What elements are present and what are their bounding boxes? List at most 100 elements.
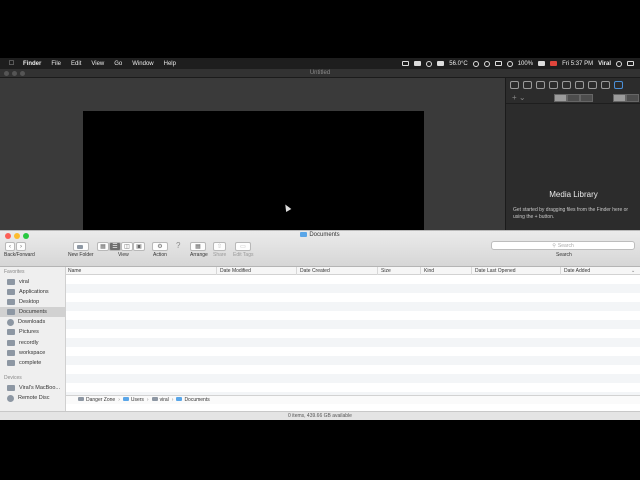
menu-window[interactable]: Window xyxy=(132,61,153,67)
menu-app-finder[interactable]: Finder xyxy=(23,61,41,67)
sidebar-item-label: complete xyxy=(19,360,42,366)
search-label: Search xyxy=(556,252,572,258)
video-canvas[interactable] xyxy=(83,111,424,230)
menu-go[interactable]: Go xyxy=(114,61,122,67)
path-item-volume[interactable]: Danger Zone xyxy=(78,397,115,403)
column-kind[interactable]: Kind xyxy=(424,268,434,274)
media-type-audio-icon[interactable] xyxy=(580,94,593,102)
apple-menu-icon[interactable]:  xyxy=(8,60,15,67)
grid-view-icon[interactable] xyxy=(613,94,626,102)
column-size[interactable]: Size xyxy=(381,268,391,274)
spotlight-icon[interactable] xyxy=(616,60,622,67)
menubar-clock[interactable]: Fri 5:37 PM xyxy=(562,61,593,67)
screen-tool-icon[interactable] xyxy=(549,81,558,89)
menubar-user[interactable]: Viral xyxy=(598,61,611,67)
list-view-button[interactable]: ☰ xyxy=(109,242,121,251)
add-media-icon[interactable]: + ⌄ xyxy=(512,93,526,102)
column-date-last-opened[interactable]: Date Last Opened xyxy=(475,268,516,274)
path-item-users[interactable]: Users xyxy=(122,397,144,403)
column-date-modified[interactable]: Date Modified xyxy=(220,268,251,274)
gallery-view-button[interactable]: ▣ xyxy=(133,242,145,251)
path-item-documents[interactable]: Documents xyxy=(176,397,210,403)
new-folder-button[interactable] xyxy=(73,242,89,251)
column-divider[interactable] xyxy=(377,267,378,275)
upload-icon[interactable] xyxy=(414,61,422,66)
column-divider[interactable] xyxy=(471,267,472,275)
applications-icon xyxy=(7,289,15,295)
editor-title: Untitled xyxy=(309,70,331,76)
lock-icon[interactable] xyxy=(472,60,479,67)
sidebar-item-label: workspace xyxy=(19,350,46,356)
sidebar-item-remote-disc[interactable]: Remote Disc xyxy=(0,393,65,403)
empty-file-rows[interactable] xyxy=(66,275,640,395)
media-tool-icon[interactable] xyxy=(510,81,519,89)
pictures-icon xyxy=(7,329,15,335)
path-item-label: viral xyxy=(159,397,169,403)
column-divider[interactable] xyxy=(420,267,421,275)
sidebar-item-label: Viral's MacBoo... xyxy=(19,385,60,391)
media-type-image-icon[interactable] xyxy=(567,94,580,102)
sidebar-item-workspace[interactable]: workspace xyxy=(0,348,65,358)
tag-tool-icon[interactable] xyxy=(588,81,597,89)
sidebar-item-viral[interactable]: viral xyxy=(0,277,65,287)
bluetooth-icon[interactable] xyxy=(494,61,502,66)
pen-tool-icon[interactable] xyxy=(575,81,584,89)
column-divider[interactable] xyxy=(216,267,217,275)
sidebar-item-desktop[interactable]: Desktop xyxy=(0,297,65,307)
sort-chevron-down-icon[interactable]: ⌄ xyxy=(631,268,635,274)
column-date-added[interactable]: Date Added xyxy=(564,268,590,274)
menu-help[interactable]: Help xyxy=(164,61,176,67)
sidebar-item-pictures[interactable]: Pictures xyxy=(0,327,65,337)
sidebar-item-downloads[interactable]: Downloads xyxy=(0,317,65,327)
flag-icon[interactable] xyxy=(550,61,558,66)
favorites-header: Favorites xyxy=(4,269,25,275)
path-separator-icon: › xyxy=(118,397,120,403)
sync-icon[interactable] xyxy=(426,60,433,67)
audio-tool-icon[interactable] xyxy=(523,81,532,89)
action-button[interactable]: ⚙ xyxy=(152,242,168,251)
library-tool-icon[interactable] xyxy=(614,81,623,89)
recording-tool-icon[interactable] xyxy=(536,81,545,89)
column-name[interactable]: Name xyxy=(68,268,81,274)
docker-icon[interactable] xyxy=(437,61,445,66)
menu-file[interactable]: File xyxy=(51,61,61,67)
library-view-segmented xyxy=(613,94,639,102)
sidebar-item-macbook[interactable]: Viral's MacBoo... xyxy=(0,383,65,393)
column-divider[interactable] xyxy=(560,267,561,275)
notification-center-icon[interactable] xyxy=(627,61,634,66)
battery-icon[interactable] xyxy=(538,61,546,66)
annotation-tool-icon[interactable] xyxy=(562,81,571,89)
text-tool-icon[interactable] xyxy=(601,81,610,89)
back-button[interactable]: ‹ xyxy=(5,242,15,251)
search-field[interactable]: ⚲ Search xyxy=(491,241,635,250)
media-type-video-icon[interactable] xyxy=(554,94,567,102)
disk-icon xyxy=(78,397,84,401)
temperature-readout[interactable]: 56.0°C xyxy=(449,61,467,67)
clock-icon[interactable] xyxy=(483,60,490,67)
path-item-viral[interactable]: viral xyxy=(151,397,169,403)
column-date-created[interactable]: Date Created xyxy=(300,268,330,274)
share-button[interactable]: ⇧ xyxy=(213,242,226,251)
column-view-button[interactable]: ◫ xyxy=(121,242,133,251)
battery-percent[interactable]: 100% xyxy=(518,61,533,67)
arrange-button[interactable]: ▦ xyxy=(190,242,206,251)
wifi-icon[interactable] xyxy=(506,60,513,67)
path-item-label: Documents xyxy=(184,397,210,403)
screen-record-icon[interactable] xyxy=(402,61,410,66)
edit-tags-button[interactable]: ▭ xyxy=(235,242,251,251)
folder-icon xyxy=(7,340,15,346)
help-icon[interactable]: ? xyxy=(176,241,180,250)
media-type-segmented xyxy=(554,94,593,102)
menu-view[interactable]: View xyxy=(91,61,104,67)
column-divider[interactable] xyxy=(296,267,297,275)
forward-button[interactable]: › xyxy=(16,242,26,251)
sidebar-item-applications[interactable]: Applications xyxy=(0,287,65,297)
folder-icon xyxy=(7,360,15,366)
folder-icon xyxy=(7,350,15,356)
menu-edit[interactable]: Edit xyxy=(71,61,81,67)
icon-view-button[interactable]: ▦ xyxy=(97,242,109,251)
sidebar-item-documents[interactable]: Documents xyxy=(0,307,65,317)
sidebar-item-recordly[interactable]: recordly xyxy=(0,338,65,348)
list-view-icon[interactable] xyxy=(626,94,639,102)
sidebar-item-complete[interactable]: complete xyxy=(0,358,65,368)
